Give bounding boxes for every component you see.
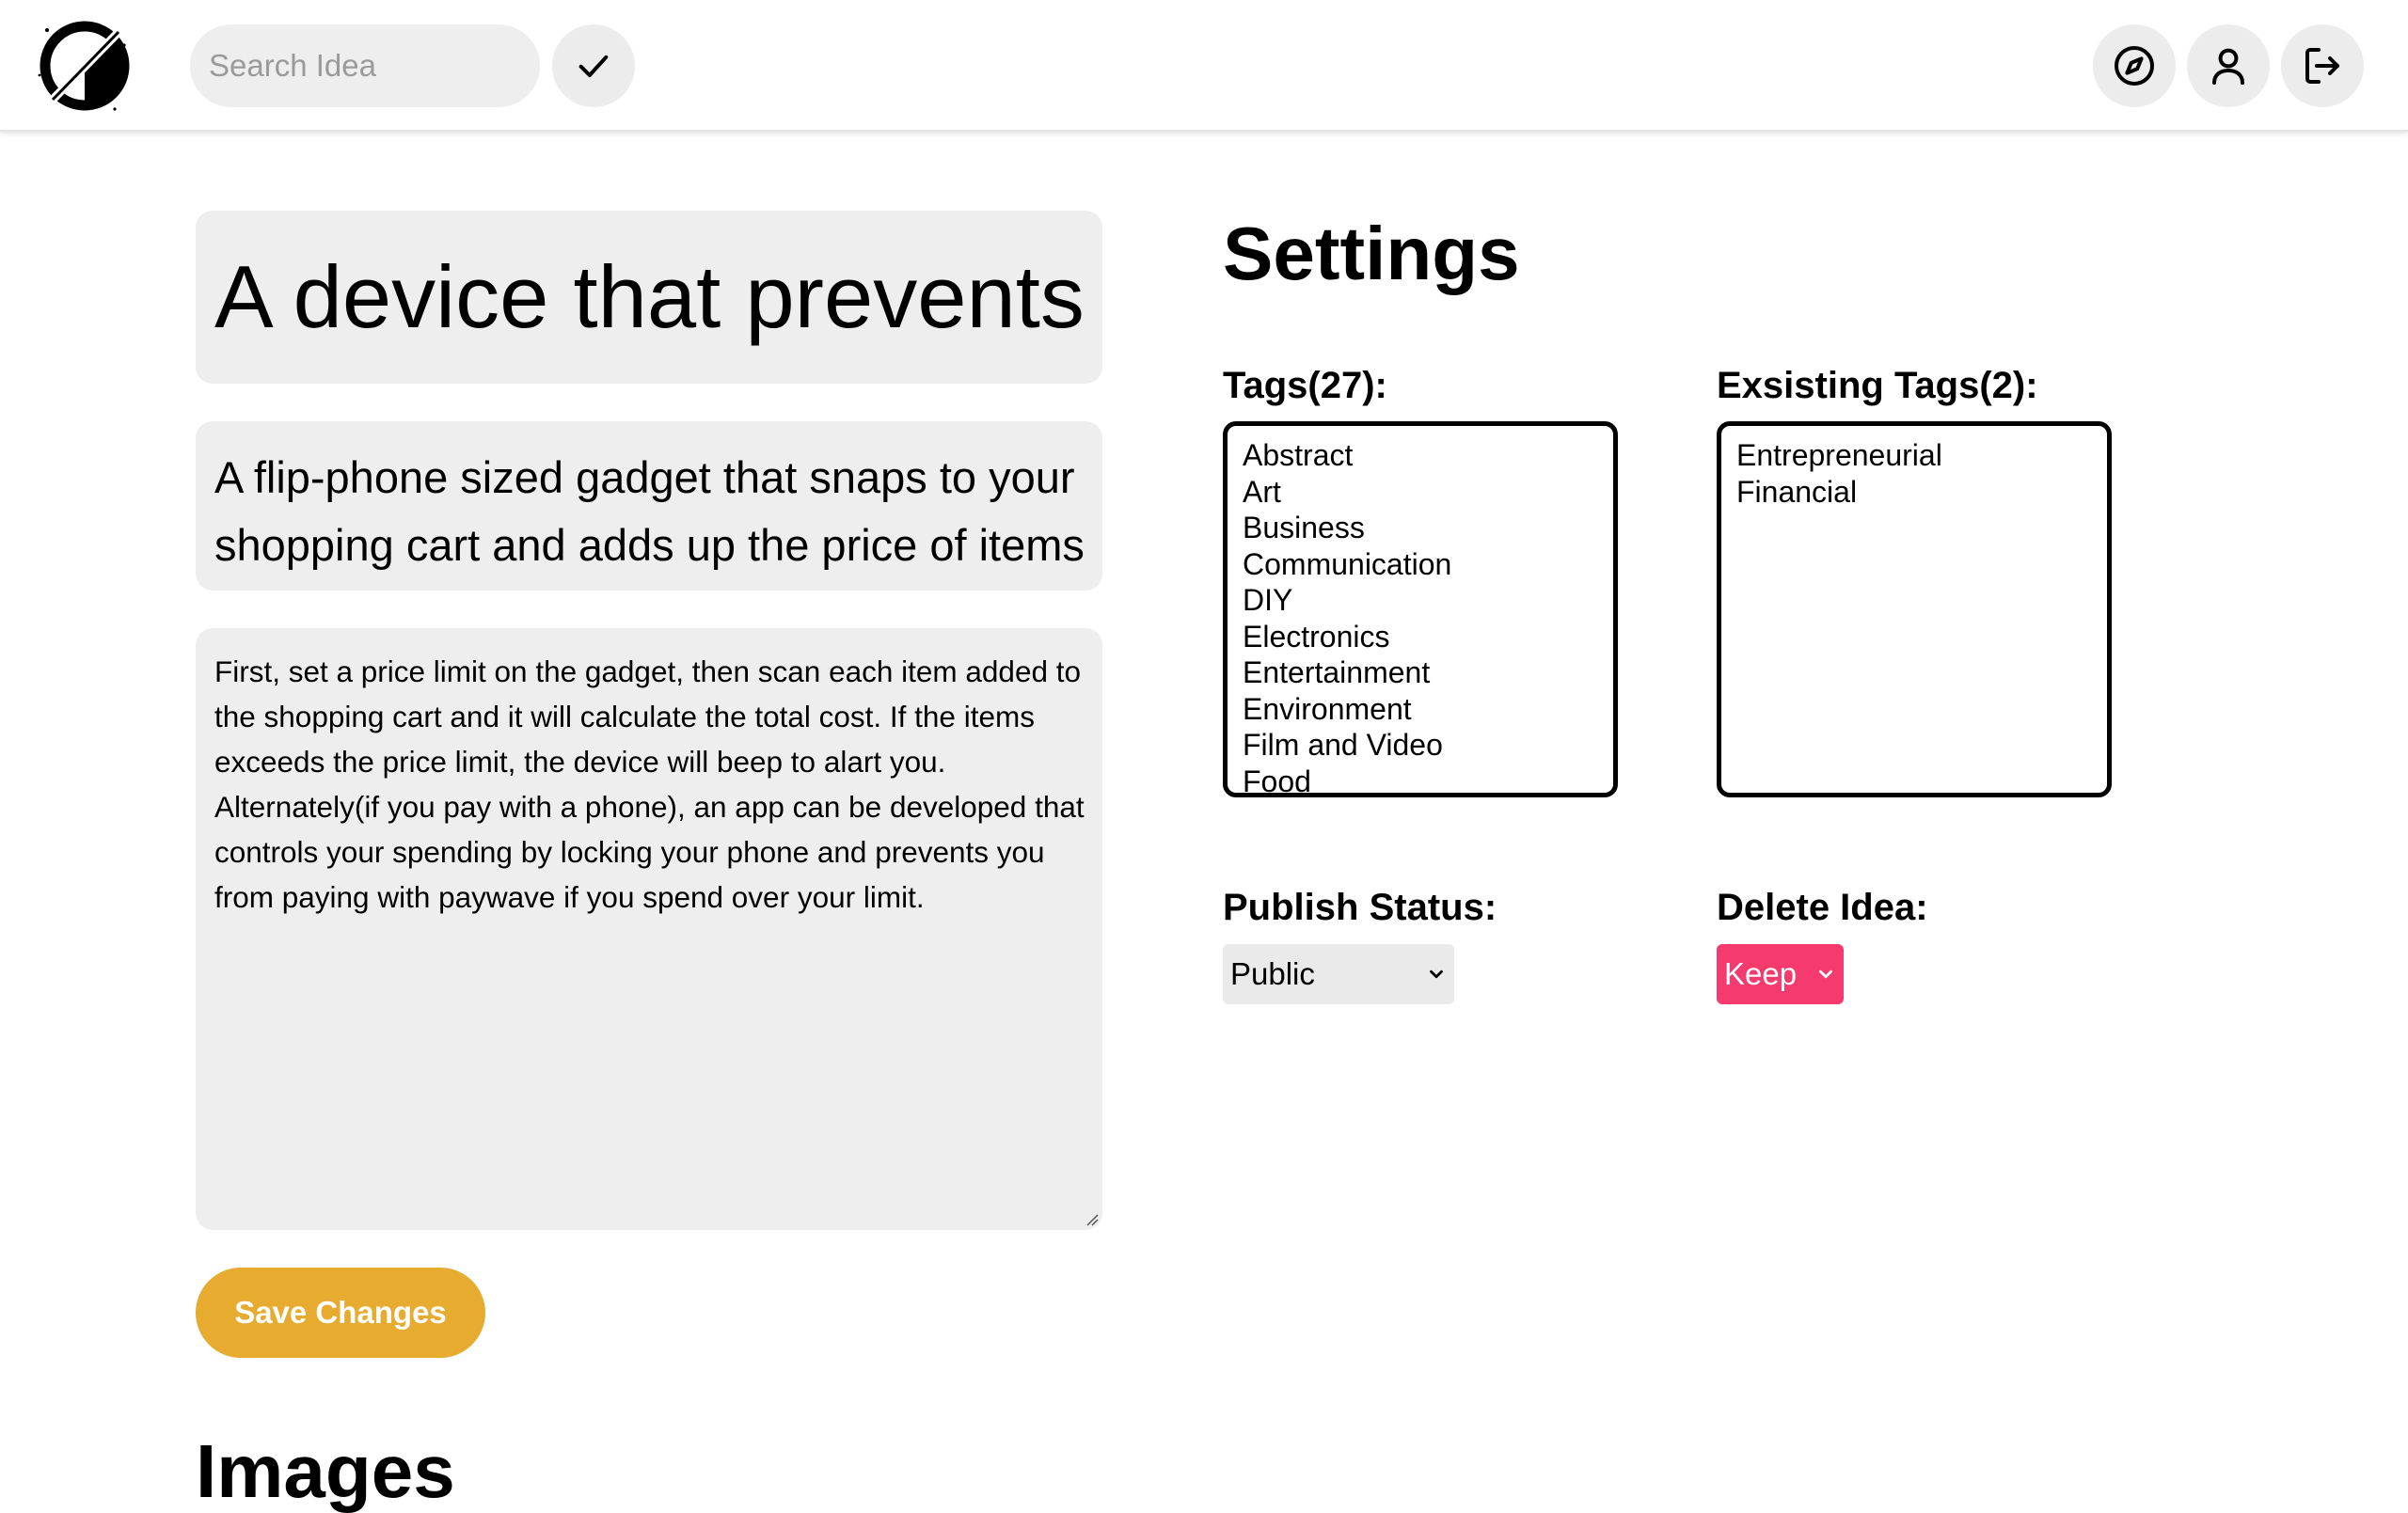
idea-title-field[interactable]: A device that prevents xyxy=(196,211,1102,384)
chevron-down-icon xyxy=(1430,969,1443,979)
user-icon xyxy=(2212,48,2244,85)
settings-heading: Settings xyxy=(1223,212,1520,295)
explore-button[interactable] xyxy=(2093,24,2176,107)
top-navbar xyxy=(0,0,2408,132)
tag-option[interactable]: Entertainment xyxy=(1243,654,1598,691)
tag-option[interactable]: Art xyxy=(1243,474,1598,511)
idea-subtitle-text: A flip-phone sized gadget that snaps to … xyxy=(214,452,1085,570)
delete-idea-label: Delete Idea: xyxy=(1717,887,1928,928)
tags-listbox[interactable]: Abstract Art Business Communication DIY … xyxy=(1223,421,1618,797)
tags-label: Tags(27): xyxy=(1223,365,1387,406)
existing-tag-option[interactable]: Entrepreneurial xyxy=(1736,437,2092,474)
publish-status-select[interactable]: Public xyxy=(1223,944,1454,1004)
images-heading: Images xyxy=(196,1429,455,1513)
tag-option[interactable]: Film and Video xyxy=(1243,727,1598,764)
check-icon xyxy=(578,55,609,77)
existing-tag-option[interactable]: Financial xyxy=(1736,474,2092,511)
logout-button[interactable] xyxy=(2281,24,2364,107)
tag-option[interactable]: Abstract xyxy=(1243,437,1598,474)
resize-grip-icon[interactable] xyxy=(1084,1211,1099,1226)
existing-tags-label: Exsisting Tags(2): xyxy=(1717,365,2038,406)
tag-option[interactable]: Communication xyxy=(1243,546,1598,583)
search-submit-button[interactable] xyxy=(552,24,635,107)
chevron-down-icon xyxy=(1819,969,1832,979)
delete-idea-value: Keep xyxy=(1724,956,1798,991)
tag-option[interactable]: Food xyxy=(1243,764,1598,794)
idea-description-text: First, set a price limit on the gadget, … xyxy=(214,654,1085,914)
compass-icon xyxy=(2115,46,2154,86)
logout-icon xyxy=(2305,48,2339,84)
idea-subtitle-field[interactable]: A flip-phone sized gadget that snaps to … xyxy=(196,421,1102,591)
publish-status-value: Public xyxy=(1230,956,1315,991)
tag-option[interactable]: Electronics xyxy=(1243,619,1598,655)
existing-tags-listbox[interactable]: Entrepreneurial Financial xyxy=(1717,421,2112,797)
publish-status-label: Publish Status: xyxy=(1223,887,1497,928)
delete-idea-select[interactable]: Keep xyxy=(1717,944,1844,1004)
tag-option[interactable]: DIY xyxy=(1243,582,1598,619)
idea-description-textarea[interactable]: First, set a price limit on the gadget, … xyxy=(196,628,1102,1230)
tag-option[interactable]: Environment xyxy=(1243,691,1598,728)
profile-button[interactable] xyxy=(2187,24,2270,107)
save-changes-button[interactable]: Save Changes xyxy=(196,1268,485,1358)
idea-title-text: A device that prevents xyxy=(214,247,1085,346)
tag-option[interactable]: Business xyxy=(1243,510,1598,546)
search-input[interactable] xyxy=(190,24,540,107)
logo-icon[interactable] xyxy=(36,17,134,115)
